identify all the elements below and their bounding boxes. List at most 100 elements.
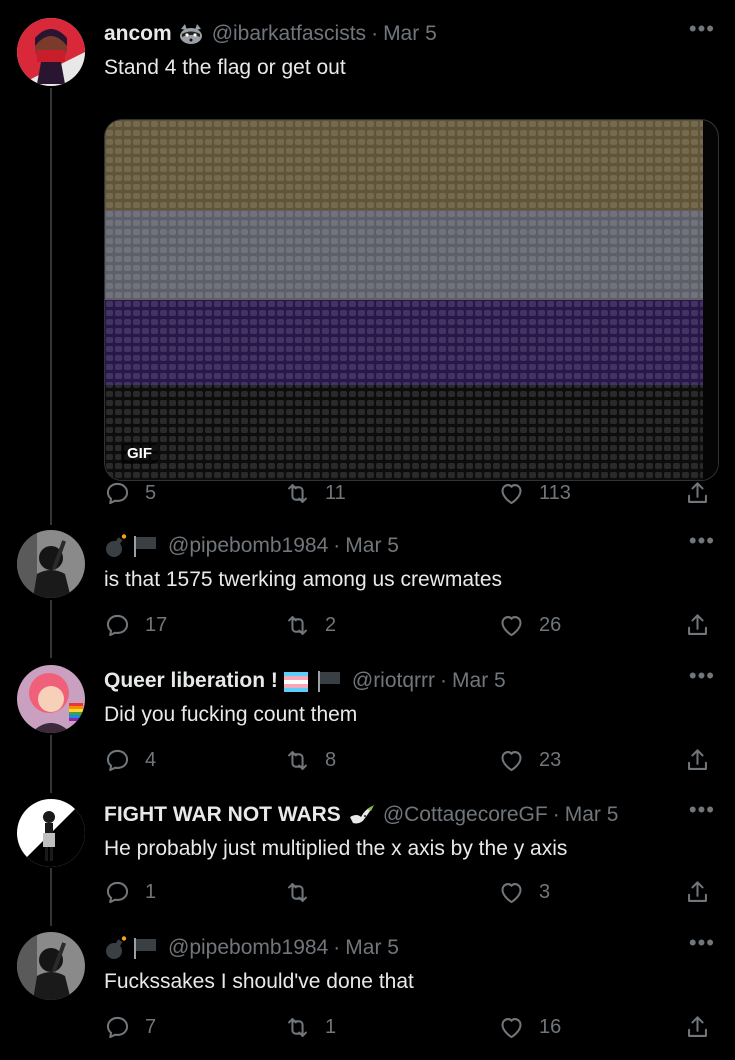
like-count: 26 (539, 614, 562, 636)
tweet-date[interactable]: Mar 5 (345, 936, 399, 960)
share-icon (688, 482, 707, 503)
gif-media[interactable]: GIF (104, 119, 719, 481)
share-button[interactable] (684, 879, 711, 906)
avatar[interactable] (17, 799, 85, 867)
thread-line (50, 868, 52, 926)
retweet-button[interactable]: 2 (284, 612, 336, 639)
avatar[interactable] (17, 18, 85, 86)
avatar-image (17, 665, 85, 733)
user-handle[interactable]: @pipebomb1984 (168, 534, 328, 558)
heart-icon (501, 751, 522, 772)
thread-line (50, 735, 52, 793)
reply-count: 17 (145, 614, 168, 636)
retweet-button[interactable]: 8 (284, 747, 336, 774)
share-button[interactable] (684, 747, 711, 774)
tweet-date[interactable]: Mar 5 (345, 534, 399, 558)
reply-icon (106, 482, 129, 505)
reply-icon (106, 1016, 129, 1039)
flag-gif-image (105, 120, 718, 480)
user-handle[interactable]: @CottagecoreGF (383, 803, 548, 827)
display-name[interactable]: Queer liberation ! (104, 669, 278, 693)
retweet-button[interactable]: 1 (284, 1014, 336, 1041)
tweet-text: Did you fucking count them (104, 703, 358, 726)
user-handle[interactable]: @pipebomb1984 (168, 936, 328, 960)
bomb-flag-icon (104, 936, 160, 960)
tweet-actions: 17 2 26 (104, 612, 716, 644)
tweet-actions: 5 11 113 (104, 480, 716, 512)
reply-button[interactable]: 17 (104, 612, 167, 639)
like-button[interactable]: 3 (498, 879, 550, 906)
raccoon-icon (178, 23, 204, 45)
retweet-icon (288, 484, 307, 503)
like-count: 113 (539, 482, 571, 504)
tweet-text: is that 1575 twerking among us crewmates (104, 568, 503, 591)
share-button[interactable] (684, 1014, 711, 1041)
reply-count: 1 (145, 881, 157, 903)
avatar-image (17, 530, 85, 598)
more-options-button[interactable]: ••• (689, 528, 715, 554)
heart-icon (501, 883, 522, 904)
reply-icon (106, 749, 129, 772)
like-button[interactable]: 23 (498, 747, 561, 774)
reply-button[interactable]: 5 (104, 480, 156, 507)
retweet-icon (288, 616, 307, 635)
tweet-actions: 1 3 (104, 879, 716, 911)
gif-badge: GIF (121, 443, 158, 464)
share-icon (688, 749, 707, 770)
reply-icon (106, 614, 129, 637)
tweet-actions: 4 8 23 (104, 747, 716, 779)
avatar[interactable] (17, 932, 85, 1000)
avatar[interactable] (17, 665, 85, 733)
reply-button[interactable]: 4 (104, 747, 156, 774)
more-options-button[interactable]: ••• (689, 930, 715, 956)
tweet-text: He probably just multiplied the x axis b… (104, 837, 568, 860)
avatar-image (17, 932, 85, 1000)
reply-button[interactable]: 7 (104, 1014, 156, 1041)
user-handle[interactable]: @riotqrrr (352, 669, 435, 693)
share-icon (688, 614, 707, 635)
separator-dot: · (552, 803, 560, 826)
display-name[interactable]: ancom (104, 22, 172, 46)
tweet-date[interactable]: Mar 5 (452, 669, 506, 693)
share-button[interactable] (684, 612, 711, 639)
retweet-icon (288, 751, 307, 770)
retweet-button[interactable] (284, 879, 325, 906)
trans-flag-black-flag-icon (283, 669, 344, 693)
separator-dot: · (333, 534, 341, 557)
thread-line (50, 88, 52, 525)
user-handle[interactable]: @ibarkatfascists (212, 22, 366, 46)
bomb-flag-icon (104, 534, 160, 558)
separator-dot: · (333, 936, 341, 959)
tweet-date[interactable]: Mar 5 (383, 22, 437, 46)
dove-icon (347, 803, 375, 827)
heart-icon (501, 484, 522, 505)
separator-dot: · (440, 669, 448, 692)
heart-icon (501, 1018, 522, 1039)
reply-button[interactable]: 1 (104, 879, 156, 906)
display-name[interactable]: FIGHT WAR NOT WARS (104, 803, 341, 827)
like-button[interactable]: 16 (498, 1014, 561, 1041)
like-count: 16 (539, 1016, 562, 1038)
avatar[interactable] (17, 530, 85, 598)
avatar-image (17, 799, 85, 867)
tweet-text: Stand 4 the flag or get out (104, 56, 346, 79)
more-options-button[interactable]: ••• (689, 16, 715, 42)
retweet-icon (288, 1018, 307, 1037)
reply-count: 4 (145, 749, 157, 771)
like-button[interactable]: 113 (498, 480, 571, 507)
more-options-button[interactable]: ••• (689, 797, 715, 823)
more-options-button[interactable]: ••• (689, 663, 715, 689)
thread-line (50, 600, 52, 658)
separator-dot: · (371, 22, 379, 45)
retweet-button[interactable]: 11 (284, 480, 346, 507)
reply-count: 5 (145, 482, 157, 504)
retweet-count: 1 (325, 1016, 337, 1038)
avatar-image (17, 18, 85, 86)
share-icon (688, 881, 707, 902)
tweet-actions: 7 1 16 (104, 1014, 716, 1046)
heart-icon (501, 616, 522, 637)
retweet-count: 2 (325, 614, 337, 636)
tweet-date[interactable]: Mar 5 (565, 803, 619, 827)
like-button[interactable]: 26 (498, 612, 561, 639)
share-button[interactable] (684, 480, 711, 507)
